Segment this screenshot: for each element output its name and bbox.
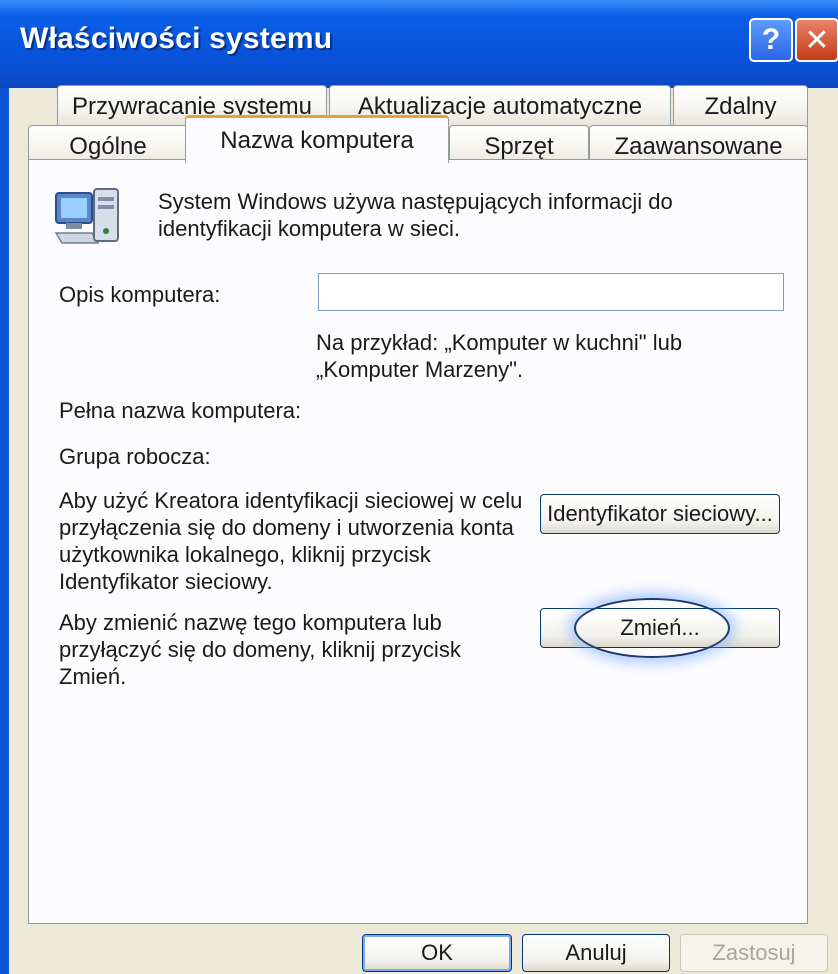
apply-button[interactable]: Zastosuj — [680, 934, 828, 972]
network-id-description: Aby użyć Kreatora identyfikacji sieciowe… — [59, 488, 523, 594]
window-title: Właściwości systemu — [20, 22, 333, 55]
help-button[interactable]: ? — [749, 18, 793, 62]
system-properties-window: Właściwości systemu ? ✕ Przywracanie sys… — [0, 0, 838, 974]
workgroup-label: Grupa robocza: — [59, 444, 211, 469]
description-label: Opis komputera: — [59, 282, 221, 307]
example-hint: Na przykład: „Komputer w kuchni" lub „Ko… — [316, 330, 683, 382]
tab-zdalny[interactable]: Zdalny — [673, 85, 808, 127]
full-name-label: Pełna nazwa komputera: — [59, 398, 302, 423]
tab-nazwa-komputera[interactable]: Nazwa komputera — [185, 115, 449, 163]
title-bar[interactable]: Właściwości systemu ? ✕ — [0, 0, 838, 88]
close-button[interactable]: ✕ — [795, 18, 838, 62]
change-description: Aby zmienić nazwę tego komputera lub prz… — [59, 610, 461, 689]
intro-text: System Windows używa następujących infor… — [158, 189, 673, 241]
computer-description-input[interactable] — [318, 273, 784, 311]
network-id-button[interactable]: Identyfikator sieciowy... — [540, 494, 780, 534]
cancel-button[interactable]: Anuluj — [522, 934, 670, 972]
ok-button[interactable]: OK — [362, 934, 512, 972]
highlight-annotation — [574, 598, 730, 658]
computer-icon — [54, 188, 119, 244]
